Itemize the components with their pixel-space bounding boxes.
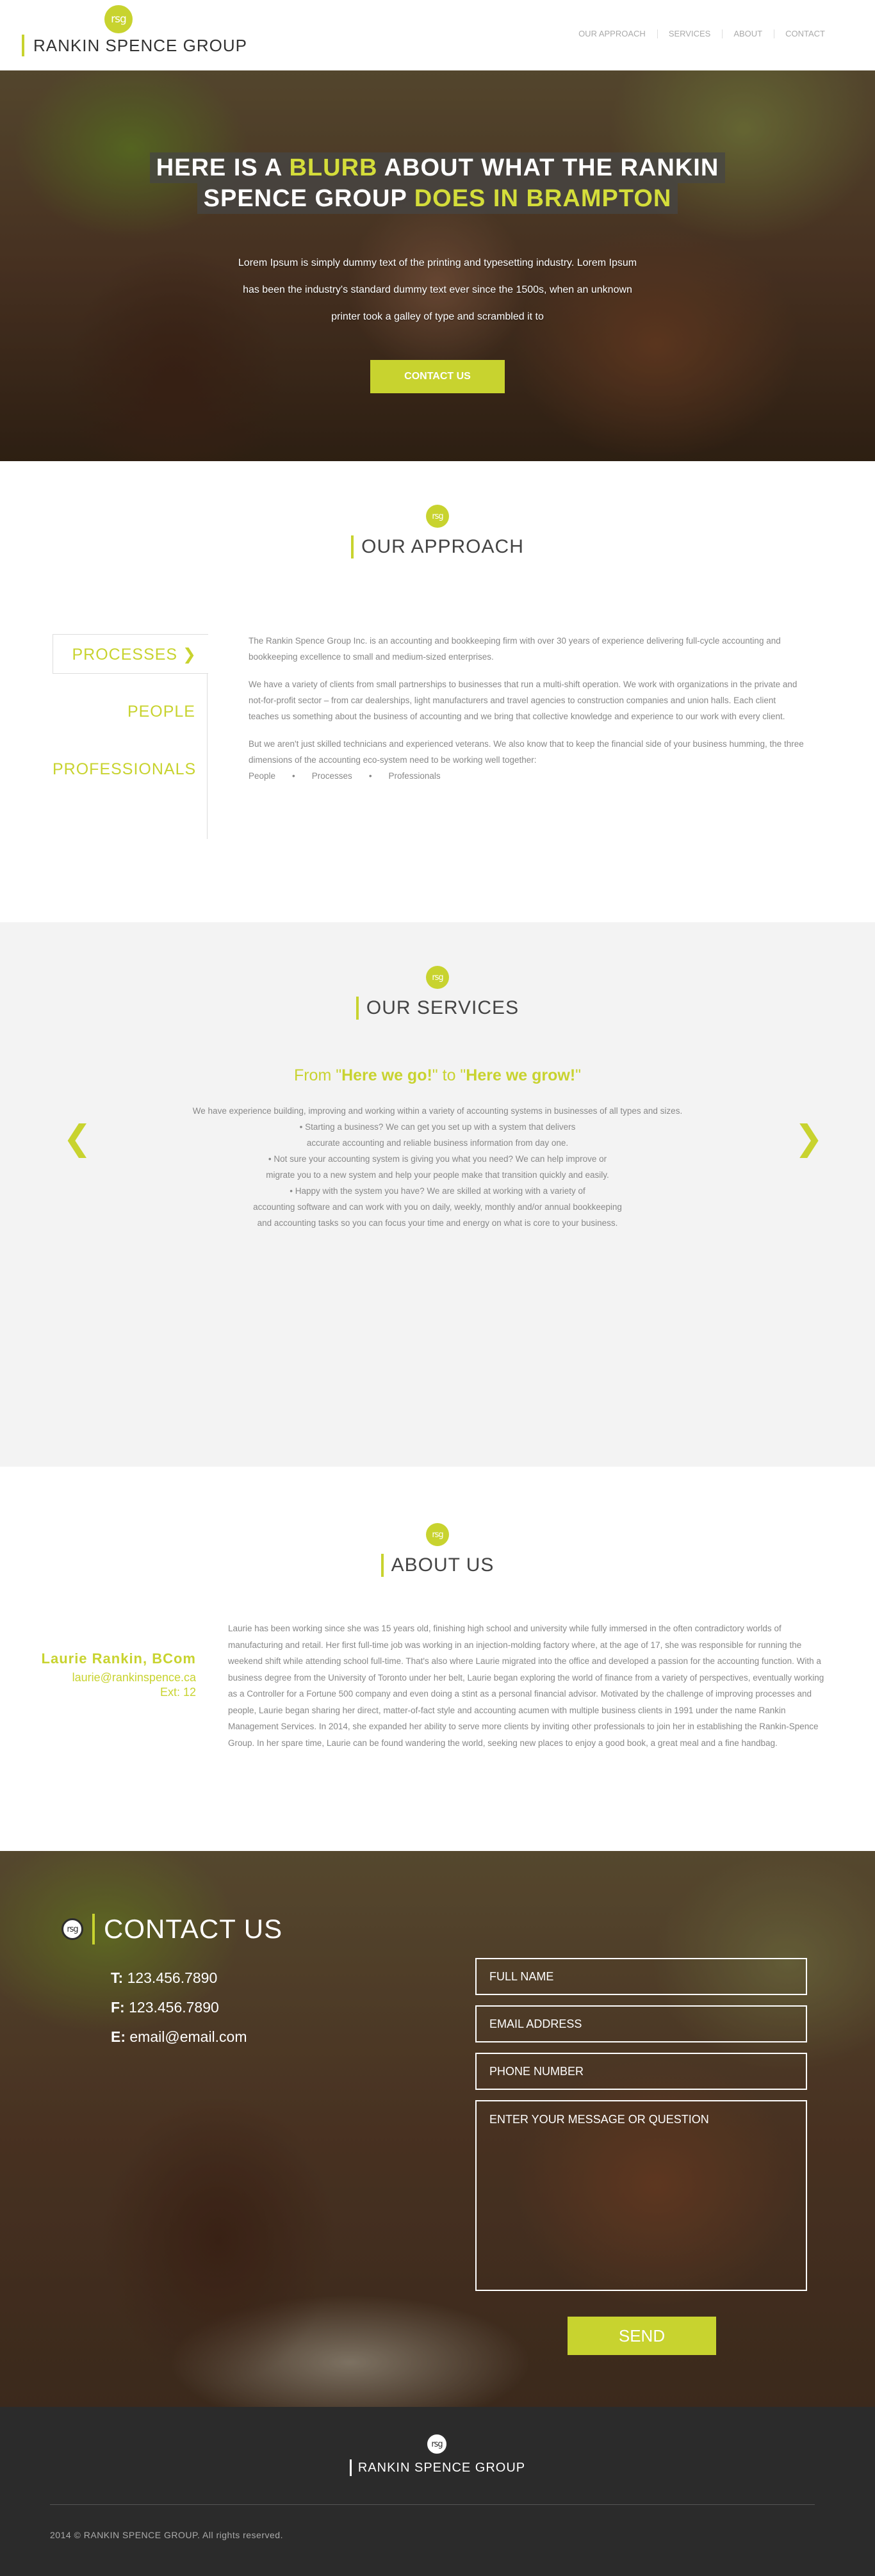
profile-bio: Laurie has been working since she was 15… bbox=[228, 1624, 824, 1748]
send-button[interactable]: SEND bbox=[568, 2317, 716, 2355]
services-section: rsg OUR SERVICES From "Here we go!" to "… bbox=[0, 922, 875, 1467]
brand-name[interactable]: RANKIN SPENCE GROUP bbox=[22, 35, 247, 56]
services-description: We have experience building, improving a… bbox=[192, 1106, 683, 1228]
hero-title-line-2: SPENCE GROUP DOES IN BRAMPTON bbox=[197, 183, 678, 214]
footer-divider bbox=[50, 2504, 815, 2505]
services-tagline: From "Here we go!" to "Here we grow!" bbox=[293, 1066, 582, 1084]
approach-paragraph: The Rankin Spence Group Inc. is an accou… bbox=[249, 636, 781, 662]
profile-email-link[interactable]: laurie@rankinspence.ca bbox=[26, 1671, 196, 1684]
chevron-right-icon[interactable]: ❯ bbox=[794, 1118, 823, 1158]
nav-about[interactable]: ABOUT bbox=[722, 29, 774, 38]
profile-extension: Ext: 12 bbox=[159, 1686, 196, 1699]
tab-professionals[interactable]: PROFESSIONALS bbox=[53, 749, 207, 789]
tab-people[interactable]: PEOPLE bbox=[53, 692, 207, 731]
hero-banner: HERE IS A BLURB ABOUT WHAT THE RANKIN SP… bbox=[0, 70, 875, 461]
logo-icon[interactable]: rsg bbox=[104, 5, 133, 33]
section-title: ABOUT US bbox=[380, 1554, 495, 1577]
site-footer: rsg RANKIN SPENCE GROUP 2014 © RANKIN SP… bbox=[0, 2407, 875, 2576]
profile-name: Laurie Rankin, BCom bbox=[41, 1651, 196, 1667]
section-title: OUR APPROACH bbox=[351, 535, 524, 558]
phone-field[interactable] bbox=[475, 2053, 807, 2090]
nav-contact[interactable]: CONTACT bbox=[774, 29, 837, 38]
email-field[interactable] bbox=[475, 2005, 807, 2042]
full-name-field[interactable] bbox=[475, 1958, 807, 1995]
contact-heading: rsg CONTACT US bbox=[61, 1914, 282, 1944]
contact-us-button[interactable]: CONTACT US bbox=[370, 360, 505, 393]
nav-services[interactable]: SERVICES bbox=[657, 29, 723, 38]
services-heading: rsg OUR SERVICES bbox=[0, 966, 875, 1020]
nav-our-approach[interactable]: OUR APPROACH bbox=[567, 29, 657, 38]
approach-section: rsg OUR APPROACH PROCESSES ❯ PEOPLE PROF… bbox=[0, 461, 875, 922]
main-nav: OUR APPROACH SERVICES ABOUT CONTACT bbox=[567, 29, 837, 38]
section-title: CONTACT US bbox=[92, 1914, 282, 1944]
about-profile: Laurie Rankin, BCom laurie@rankinspence.… bbox=[26, 1651, 196, 1699]
about-heading: rsg ABOUT US bbox=[0, 1523, 875, 1577]
approach-paragraph: We have a variety of clients from small … bbox=[249, 680, 797, 721]
hero-title-line-1: HERE IS A BLURB ABOUT WHAT THE RANKIN bbox=[149, 152, 726, 183]
contact-phone: T: 123.456.7890 bbox=[111, 1969, 218, 1986]
message-field[interactable] bbox=[475, 2100, 807, 2291]
about-section: rsg ABOUT US Laurie Rankin, BCom laurie@… bbox=[0, 1467, 875, 1851]
contact-section: rsg CONTACT US T: 123.456.7890 F: 123.45… bbox=[0, 1851, 875, 2407]
logo-icon: rsg bbox=[426, 505, 449, 528]
contact-form bbox=[475, 1958, 807, 2301]
contact-email: E: email@email.com bbox=[111, 2028, 247, 2045]
logo-icon: rsg bbox=[426, 1523, 449, 1546]
approach-heading: rsg OUR APPROACH bbox=[0, 505, 875, 558]
footer-brand: RANKIN SPENCE GROUP bbox=[0, 2459, 875, 2476]
approach-content: The Rankin Spence Group Inc. is an accou… bbox=[249, 633, 806, 784]
chevron-left-icon[interactable]: ❮ bbox=[63, 1118, 92, 1158]
site-header: rsg RANKIN SPENCE GROUP OUR APPROACH SER… bbox=[0, 0, 875, 70]
logo-icon: rsg bbox=[426, 966, 449, 989]
logo-icon: rsg bbox=[61, 1918, 83, 1940]
contact-info: T: 123.456.7890 F: 123.456.7890 E: email… bbox=[111, 1963, 247, 2051]
hero-description: Lorem Ipsum is simply dummy text of the … bbox=[238, 257, 637, 322]
copyright-text: 2014 © RANKIN SPENCE GROUP. All rights r… bbox=[50, 2530, 283, 2540]
tab-processes[interactable]: PROCESSES ❯ bbox=[53, 634, 208, 674]
approach-paragraph: But we aren't just skilled technicians a… bbox=[249, 739, 804, 765]
hero-title: HERE IS A BLURB ABOUT WHAT THE RANKIN SP… bbox=[0, 152, 875, 214]
contact-fax: F: 123.456.7890 bbox=[111, 1999, 219, 2016]
approach-bullet-list: People • Processes • Professionals bbox=[249, 771, 441, 781]
approach-tabs: PROCESSES ❯ PEOPLE PROFESSIONALS bbox=[53, 634, 208, 839]
logo-icon: rsg bbox=[425, 2433, 448, 2456]
section-title: OUR SERVICES bbox=[356, 997, 519, 1020]
